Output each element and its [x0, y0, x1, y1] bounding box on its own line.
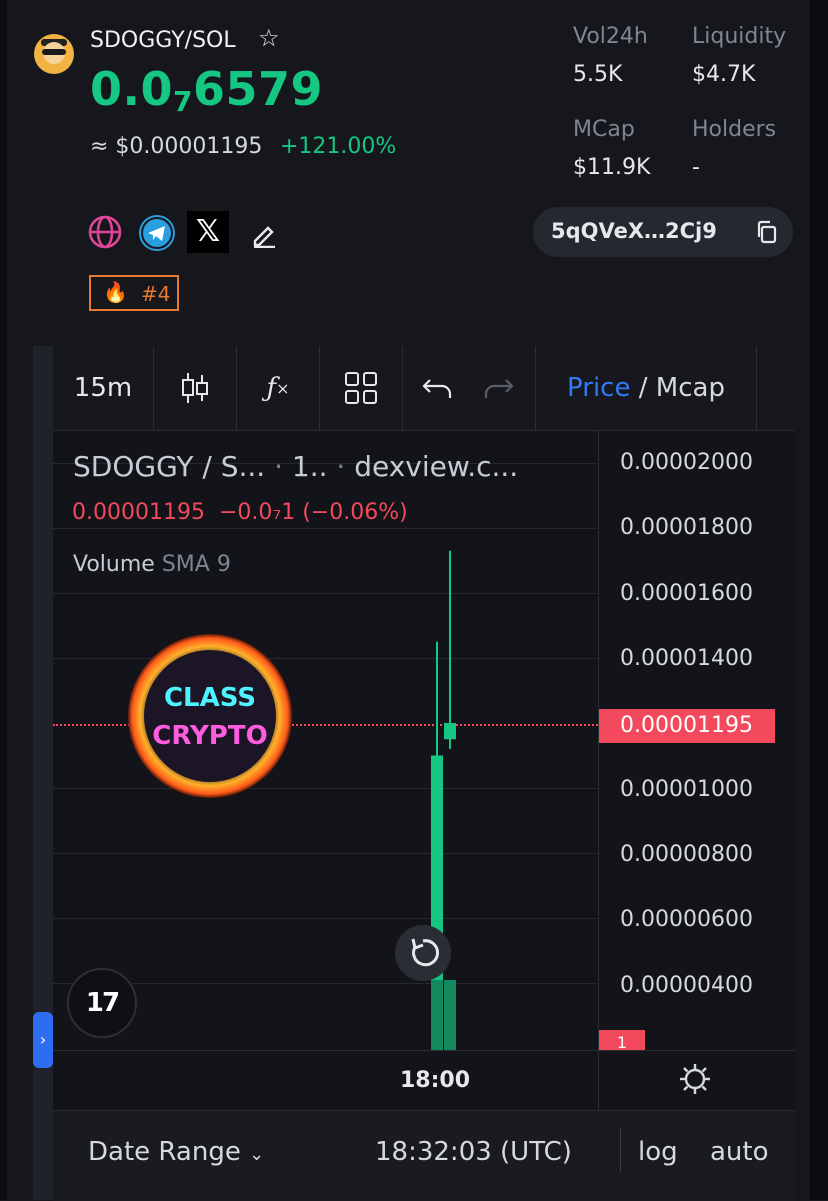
price-tick-label: 0.00000400 [620, 973, 753, 998]
mcap-value: $11.9K [573, 155, 651, 180]
tradingview-logo[interactable]: 17 [67, 968, 137, 1038]
utc-clock: 18:32:03 (UTC) [375, 1137, 572, 1167]
price-toggle[interactable]: Price [567, 373, 630, 403]
usd-price: ≈ $0.00001195 [90, 134, 263, 159]
current-price-tag: 0.00001195 [599, 709, 775, 743]
svg-text:CLASS: CLASS [164, 683, 256, 713]
right-edge [810, 0, 828, 1200]
volume-bar [431, 980, 443, 1050]
contract-address[interactable]: 5qQVeX…2Cj9 [533, 207, 793, 257]
edit-icon[interactable] [250, 220, 278, 248]
auto-scale-toggle[interactable]: auto [710, 1137, 769, 1167]
vol24h-label: Vol24h [573, 24, 648, 49]
x-icon[interactable]: 𝕏 [187, 211, 229, 253]
price-tick-label: 0.00000600 [620, 907, 753, 932]
chart-toolbar: 15m ƒ × Price / Mcap [53, 346, 795, 431]
volume-legend: Volume SMA 9 [73, 552, 231, 577]
mcap-label: MCap [573, 117, 635, 142]
candle-body [444, 723, 456, 740]
price-tick-label: 0.00001800 [620, 515, 753, 540]
chart-legend-values: 0.00001195 −0.0₇1 (−0.06%) [72, 500, 408, 525]
layout-icon[interactable] [320, 346, 402, 430]
candles-icon[interactable] [154, 346, 236, 430]
trending-rank-badge: 🔥 #4 [89, 275, 179, 311]
holders-label: Holders [692, 117, 777, 142]
price-axis-divider [598, 430, 599, 1110]
redo-icon[interactable] [473, 346, 523, 430]
current-price: 0.076579 [90, 62, 324, 118]
fire-icon: 🔥 [103, 280, 128, 304]
class-crypto-logo: CLASS CRYPTO [128, 634, 292, 798]
reset-icon[interactable] [395, 925, 451, 981]
time-tick: 18:00 [400, 1068, 471, 1093]
favorite-star-icon[interactable]: ☆ [258, 24, 280, 52]
globe-icon[interactable] [88, 215, 122, 249]
holders-value: - [692, 155, 700, 180]
volume-tag: 1 [599, 1030, 645, 1050]
price-tick-label: 0.00001400 [620, 646, 753, 671]
footer-divider [620, 1128, 621, 1172]
expand-sidebar-button[interactable]: › [33, 1012, 53, 1068]
volume-bar [444, 980, 456, 1050]
price-tick-label: 0.00001000 [620, 777, 753, 802]
chart-legend-title: SDOGGY / S... · 1.. · dexview.c... [73, 450, 519, 483]
log-scale-toggle[interactable]: log [638, 1137, 678, 1167]
price-tick-label: 0.00000800 [620, 842, 753, 867]
price-tick-label: 0.00001600 [620, 581, 753, 606]
price-change: +121.00% [280, 134, 397, 159]
undo-icon[interactable] [413, 346, 463, 430]
vol24h-value: 5.5K [573, 62, 623, 87]
chevron-down-icon: ⌄ [249, 1144, 265, 1165]
chart-side-strip [33, 346, 53, 1200]
liquidity-value: $4.7K [692, 62, 756, 87]
gear-icon[interactable] [678, 1062, 712, 1096]
left-edge [0, 0, 7, 1200]
price-mcap-toggle[interactable]: Price / Mcap [536, 346, 756, 430]
interval-selector[interactable]: 15m [53, 346, 153, 430]
token-avatar [34, 34, 74, 74]
telegram-icon[interactable] [139, 215, 175, 251]
svg-text:CRYPTO: CRYPTO [152, 721, 267, 751]
price-tick-label: 0.00002000 [620, 450, 753, 475]
mcap-toggle[interactable]: Mcap [656, 373, 725, 403]
date-range-dropdown[interactable]: Date Range ⌄ [88, 1137, 264, 1167]
copy-icon[interactable] [755, 220, 779, 244]
indicators-icon[interactable]: ƒ × [237, 346, 319, 430]
liquidity-label: Liquidity [692, 24, 787, 49]
pair-title: SDOGGY/SOL [90, 28, 236, 53]
